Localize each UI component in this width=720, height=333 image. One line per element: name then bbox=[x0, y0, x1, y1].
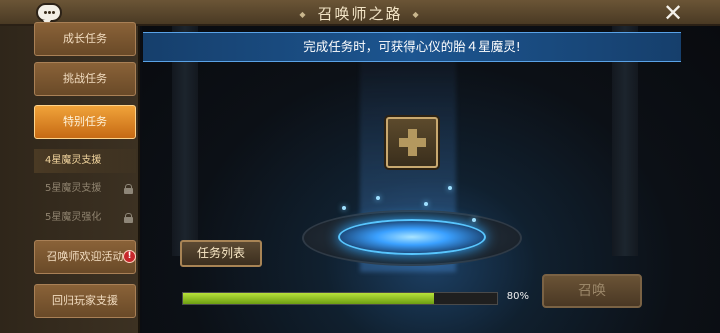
sub-item-label: 4星魔灵支援 bbox=[45, 155, 102, 166]
sparkle-icon bbox=[448, 186, 452, 190]
sparkle-icon bbox=[472, 218, 476, 222]
sparkle-icon bbox=[376, 196, 380, 200]
lock-icon bbox=[124, 184, 133, 194]
tab-label: 特别任务 bbox=[63, 115, 107, 128]
event-label: 回归玩家支援 bbox=[52, 294, 118, 307]
summon-portal-ring bbox=[338, 219, 486, 255]
sparkle-icon bbox=[342, 206, 346, 210]
sidebar: 成长任务 挑战任务 特别任务 4星魔灵支援 5星魔灵支援 5星魔灵强化 召唤师欢… bbox=[0, 22, 140, 333]
mission-banner: 完成任务时，可获得心仪的胎４星魔灵! bbox=[143, 32, 681, 62]
sub-item-label: 5星魔灵支援 bbox=[45, 183, 102, 194]
diamond-ornament-icon: ◆ bbox=[412, 10, 421, 19]
sparkle-icon bbox=[424, 202, 428, 206]
close-icon[interactable]: ✕ bbox=[662, 1, 684, 25]
sub-item-5star-support[interactable]: 5星魔灵支援 bbox=[34, 177, 136, 201]
tab-label: 挑战任务 bbox=[63, 72, 107, 85]
sub-item-5star-enhance[interactable]: 5星魔灵强化 bbox=[34, 206, 136, 230]
sub-item-4star-support[interactable]: 4星魔灵支援 bbox=[34, 149, 136, 173]
add-monster-plus-icon[interactable] bbox=[386, 117, 438, 168]
event-label: 召唤师欢迎活动 bbox=[46, 250, 124, 263]
tab-growth-missions[interactable]: 成长任务 bbox=[34, 22, 136, 56]
summon-button[interactable]: 召唤 bbox=[542, 274, 642, 308]
event-returning-player[interactable]: 回归玩家支援 bbox=[34, 284, 136, 318]
lock-icon bbox=[124, 213, 133, 223]
tab-challenge-missions[interactable]: 挑战任务 bbox=[34, 62, 136, 96]
sub-item-label: 5星魔灵强化 bbox=[45, 212, 102, 223]
alert-icon: ! bbox=[123, 250, 136, 263]
page-title: ◆ 召唤师之路 ◆ bbox=[0, 3, 720, 24]
title-text: 召唤师之路 bbox=[317, 5, 403, 23]
tab-label: 成长任务 bbox=[63, 32, 107, 45]
event-welcome-summoner[interactable]: 召唤师欢迎活动! bbox=[34, 240, 136, 274]
task-list-button[interactable]: 任务列表 bbox=[180, 240, 262, 267]
tab-special-missions[interactable]: 特别任务 bbox=[34, 105, 136, 139]
diamond-ornament-icon: ◆ bbox=[299, 10, 308, 19]
progress-fill bbox=[183, 293, 435, 304]
progress-percent: 80% bbox=[506, 291, 529, 302]
mission-progress-bar bbox=[182, 292, 498, 305]
